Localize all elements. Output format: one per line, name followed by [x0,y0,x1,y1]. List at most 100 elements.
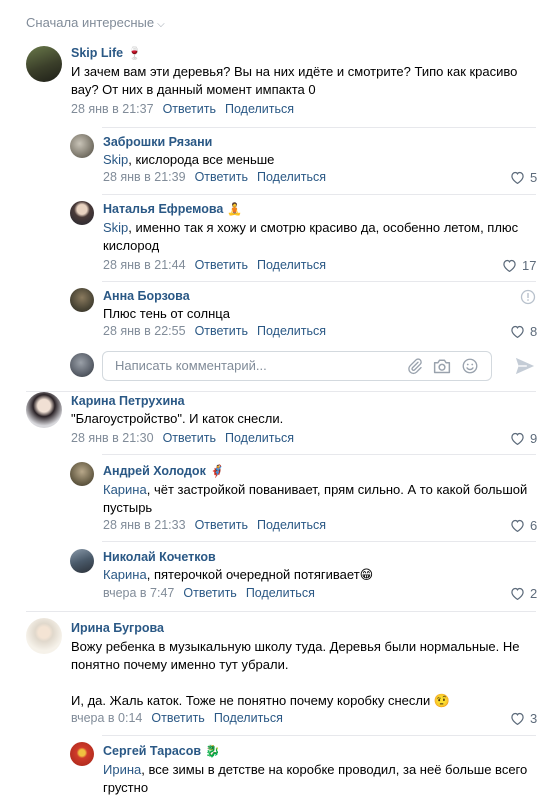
comment-date[interactable]: 28 янв в 21:37 [71,102,154,116]
avatar[interactable] [26,392,62,428]
comment-meta: вчера в 0:14 Ответить Поделиться [71,711,283,725]
like-button[interactable]: 3 [510,711,537,726]
comment-date[interactable]: 28 янв в 21:44 [103,258,186,272]
comment-date[interactable]: 28 янв в 21:30 [71,431,154,445]
like-count: 2 [530,586,538,601]
comment-text: Вожу ребенка в музыкальную школу туда. Д… [71,639,520,708]
avatar[interactable] [26,46,62,82]
avatar[interactable] [70,288,94,312]
mention-link[interactable]: Карина [103,482,147,497]
like-button[interactable]: 6 [510,518,537,533]
share-button[interactable]: Поделиться [225,431,294,445]
comment-meta: 28 янв в 21:44 Ответить Поделиться [103,258,326,272]
share-button[interactable]: Поделиться [225,102,294,116]
sort-dropdown[interactable]: Сначала интересные ⌵ [26,15,165,30]
share-button[interactable]: Поделиться [214,711,283,725]
like-count: 9 [530,431,538,446]
heart-icon [511,519,524,532]
divider [26,611,536,612]
user-avatar [70,353,94,377]
comment-meta: 28 янв в 22:55 Ответить Поделиться [103,324,326,338]
reply-button[interactable]: Ответить [183,586,236,600]
share-button[interactable]: Поделиться [257,518,326,532]
comment-author[interactable]: Ирина Бугрова [71,621,164,635]
share-button[interactable]: Поделиться [257,170,326,184]
wine-emoji: 🍷 [127,46,143,60]
divider [26,391,536,392]
share-button[interactable]: Поделиться [246,586,315,600]
reply-button[interactable]: Ответить [195,258,248,272]
like-button[interactable]: 5 [510,170,537,185]
send-icon[interactable] [514,356,536,376]
report-icon[interactable] [520,289,536,305]
dragon-emoji: 🐉 [205,744,221,758]
comment-meta: вчера в 7:47 Ответить Поделиться [103,586,315,600]
comment-date[interactable]: 28 янв в 22:55 [103,324,186,338]
comment-meta: 28 янв в 21:30 Ответить Поделиться [71,431,294,445]
like-count: 17 [522,258,537,273]
reply-button[interactable]: Ответить [151,711,204,725]
reply-button[interactable]: Ответить [163,431,216,445]
comment-date[interactable]: 28 янв в 21:39 [103,170,186,184]
paperclip-icon[interactable] [406,357,424,375]
comment-text: Карина, чёт застройкой пованивает, прям … [103,482,528,515]
avatar[interactable] [70,462,94,486]
avatar[interactable] [70,742,94,766]
avatar[interactable] [70,549,94,573]
heart-icon [511,325,524,338]
reply-button[interactable]: Ответить [195,324,248,338]
comment-text: Ирина, все зимы в детстве на коробке про… [103,762,528,795]
comment-author[interactable]: Наталья Ефремова 🧘 [103,202,242,216]
like-button[interactable]: 17 [502,258,536,273]
mention-link[interactable]: Ирина [103,762,141,777]
heart-icon [511,712,524,725]
comment-author[interactable]: Заброшки Рязани [103,135,212,149]
mention-link[interactable]: Skip [103,220,128,235]
divider [102,735,536,736]
divider [102,541,536,542]
sort-label: Сначала интересные [26,15,155,30]
mention-link[interactable]: Карина [103,567,147,582]
comment-input[interactable] [113,357,397,374]
avatar[interactable] [26,618,62,654]
like-count: 5 [530,170,538,185]
yoga-emoji: 🧘 [227,202,243,216]
like-button[interactable]: 8 [510,324,537,339]
like-button[interactable]: 9 [510,431,537,446]
comment-author[interactable]: Николай Кочетков [103,550,216,564]
divider [102,127,536,128]
like-count: 6 [530,518,538,533]
comment-text: "Благоустройство". И каток снесли. [71,411,284,426]
like-button[interactable]: 2 [510,586,537,601]
comment-author[interactable]: Сергей Тарасов 🐉 [103,744,220,758]
comment-input-box[interactable] [102,351,492,381]
comment-author[interactable]: Карина Петрухина [71,394,185,408]
heart-icon [511,432,524,445]
mention-link[interactable]: Skip [103,152,128,167]
comment-author[interactable]: Анна Борзова [103,289,190,303]
like-count: 8 [530,324,538,339]
comment-meta: 28 янв в 21:39 Ответить Поделиться [103,170,326,184]
comment-author[interactable]: Андрей Холодок 🦸 [103,464,225,478]
divider [102,454,536,455]
comment-text: Skip, именно так я хожу и смотрю красиво… [103,220,519,253]
heart-icon [503,259,516,272]
avatar[interactable] [70,201,94,225]
heart-icon [511,587,524,600]
camera-icon[interactable] [432,357,452,375]
share-button[interactable]: Поделиться [257,258,326,272]
avatar[interactable] [70,134,94,158]
reply-button[interactable]: Ответить [195,518,248,532]
comment-text: Карина, пятерочкой очередной потягивает😁 [103,567,374,582]
divider [102,281,536,282]
comment-author[interactable]: Skip Life 🍷 [71,46,142,60]
comment-text: Плюс тень от солнца [103,306,230,321]
comment-meta: 28 янв в 21:37 Ответить Поделиться [71,102,294,116]
reply-button[interactable]: Ответить [195,170,248,184]
comment-date[interactable]: вчера в 0:14 [71,711,142,725]
emoji-icon[interactable] [461,357,479,375]
reply-button[interactable]: Ответить [163,102,216,116]
comment-date[interactable]: вчера в 7:47 [103,586,174,600]
share-button[interactable]: Поделиться [257,324,326,338]
comment-date[interactable]: 28 янв в 21:33 [103,518,186,532]
